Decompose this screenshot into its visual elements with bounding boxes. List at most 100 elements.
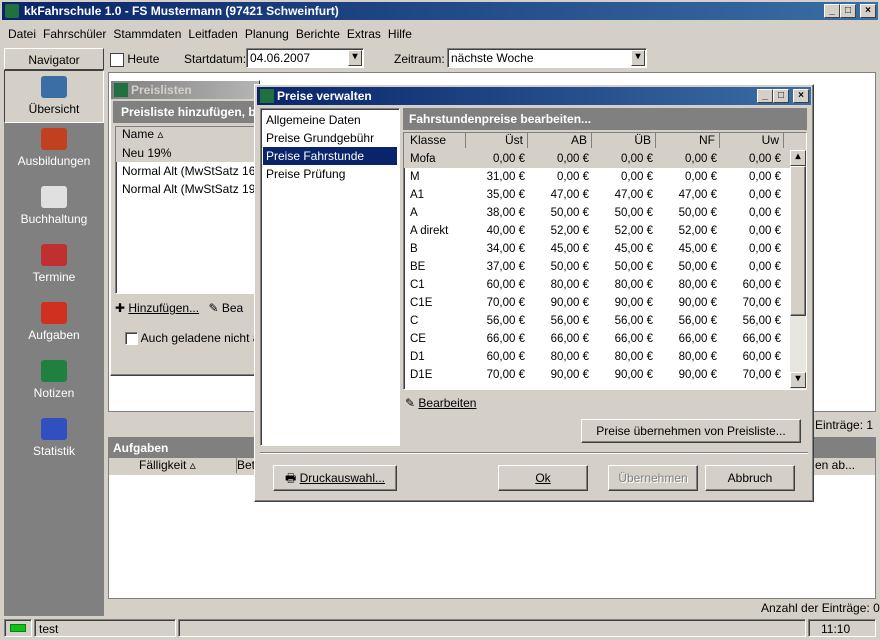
nav-item-1[interactable]: Ausbildungen — [4, 128, 104, 181]
table-row[interactable]: C1E70,00 €90,00 €90,00 €90,00 €70,00 € — [404, 294, 806, 312]
bearbeiten-button[interactable]: ✎ Bearbeiten — [405, 393, 476, 413]
menu-3[interactable]: Leitfaden — [188, 27, 237, 41]
calendar-icon — [110, 53, 124, 67]
close-icon[interactable]: × — [860, 4, 876, 18]
column-header[interactable]: Klasse — [404, 133, 466, 148]
table-cell: 66,00 € — [592, 330, 656, 348]
startdatum-field[interactable]: 04.06.2007 ▾ — [246, 48, 364, 68]
nav-item-3[interactable]: Termine — [4, 244, 104, 297]
column-header[interactable]: ÜB — [592, 133, 656, 148]
scroll-up-icon[interactable]: ▴ — [790, 150, 806, 166]
menu-0[interactable]: Datei — [8, 27, 36, 41]
table-row[interactable]: M31,00 €0,00 €0,00 €0,00 €0,00 € — [404, 168, 806, 186]
nav-item-4[interactable]: Aufgaben — [4, 302, 104, 355]
edit-label: Bea — [222, 301, 243, 315]
column-header[interactable]: AB — [528, 133, 592, 148]
add-button[interactable]: ✚ Hinzufügen... — [115, 301, 199, 315]
abbruch-button[interactable]: Abbruch — [705, 465, 795, 491]
list-item[interactable]: Neu 19% — [116, 144, 254, 162]
dialog-titlebar: Preise verwalten _ □ × — [257, 87, 811, 105]
checkbox-row[interactable]: Auch geladene nicht ak — [125, 329, 245, 347]
table-row[interactable]: D160,00 €80,00 €80,00 €80,00 €60,00 € — [404, 348, 806, 366]
table-row[interactable]: A direkt40,00 €52,00 €52,00 €52,00 €0,00… — [404, 222, 806, 240]
heute-button[interactable]: Heute — [110, 50, 159, 68]
column-header[interactable]: NF — [656, 133, 720, 148]
table-cell: 66,00 € — [528, 330, 592, 348]
table-row[interactable]: A135,00 €47,00 €47,00 €47,00 €0,00 € — [404, 186, 806, 204]
nav-item-2[interactable]: Buchhaltung — [4, 186, 104, 239]
price-table[interactable]: KlasseÜstABÜBNFUw Mofa0,00 €0,00 €0,00 €… — [403, 132, 807, 390]
nav-label: Statistik — [4, 444, 104, 458]
nav-item-0[interactable]: Übersicht — [4, 70, 104, 123]
table-row[interactable]: Mofa0,00 €0,00 €0,00 €0,00 €0,00 € — [404, 150, 806, 168]
table-cell: 50,00 € — [592, 258, 656, 276]
menu-2[interactable]: Stammdaten — [113, 27, 181, 41]
table-cell: 56,00 € — [720, 312, 784, 330]
chevron-down-icon[interactable]: ▾ — [348, 50, 362, 66]
tree-item[interactable]: Preise Fahrstunde — [263, 147, 397, 165]
table-cell: 80,00 € — [592, 276, 656, 294]
scroll-thumb[interactable] — [790, 166, 806, 316]
list-item[interactable]: Normal Alt (MwStSatz 19%) — [116, 180, 254, 198]
list-item[interactable]: Normal Alt (MwStSatz 16%) — [116, 162, 254, 180]
minimize-icon[interactable]: _ — [757, 89, 773, 103]
startdatum-value: 04.06.2007 — [250, 51, 310, 65]
ok-button[interactable]: Ok — [498, 465, 588, 491]
maximize-icon[interactable]: □ — [840, 4, 856, 18]
table-cell: 56,00 € — [466, 312, 528, 330]
table-cell: D1E — [404, 366, 466, 384]
app-titlebar: kkFahrschule 1.0 - FS Mustermann (97421 … — [2, 2, 878, 20]
column-header[interactable]: Uw — [720, 133, 784, 148]
tree-item[interactable]: Preise Grundgebühr — [263, 129, 397, 147]
scroll-down-icon[interactable]: ▾ — [790, 372, 806, 388]
heute-label: Heute — [127, 52, 159, 66]
nav-label: Notizen — [4, 386, 104, 400]
uebernehmen-button[interactable]: Übernehmen — [608, 465, 698, 491]
table-row[interactable]: C160,00 €80,00 €80,00 €80,00 €60,00 € — [404, 276, 806, 294]
close-icon[interactable]: × — [793, 89, 809, 103]
table-cell: 45,00 € — [528, 240, 592, 258]
table-cell: 0,00 € — [656, 168, 720, 186]
scrollbar[interactable]: ▴ ▾ — [790, 150, 806, 390]
preislisten-list[interactable]: Name ▵ Neu 19%Normal Alt (MwStSatz 16%)N… — [115, 126, 255, 294]
menu-5[interactable]: Berichte — [296, 27, 340, 41]
table-cell: 60,00 € — [720, 276, 784, 294]
table-row[interactable]: C56,00 €56,00 €56,00 €56,00 €56,00 € — [404, 312, 806, 330]
column-header[interactable]: Üst — [466, 133, 528, 148]
druckauswahl-button[interactable]: 🖶 Druckauswahl... — [273, 465, 397, 491]
table-cell: 50,00 € — [656, 258, 720, 276]
menu-1[interactable]: Fahrschüler — [43, 27, 106, 41]
menu-4[interactable]: Planung — [245, 27, 289, 41]
nav-label: Übersicht — [5, 102, 103, 116]
table-row[interactable]: CE66,00 €66,00 €66,00 €66,00 €66,00 € — [404, 330, 806, 348]
zeitraum-select[interactable]: nächste Woche ▾ — [447, 48, 647, 68]
maximize-icon[interactable]: □ — [773, 89, 789, 103]
column-name[interactable]: Name ▵ — [116, 127, 254, 144]
preise-uebernehmen-button[interactable]: Preise übernehmen von Preisliste... — [581, 419, 801, 443]
tree-item[interactable]: Preise Prüfung — [263, 165, 397, 183]
table-cell: 50,00 € — [656, 204, 720, 222]
nav-item-6[interactable]: Statistik — [4, 418, 104, 471]
table-row[interactable]: B34,00 €45,00 €45,00 €45,00 €0,00 € — [404, 240, 806, 258]
notebook-icon — [41, 360, 67, 382]
table-row[interactable]: A38,00 €50,00 €50,00 €50,00 €0,00 € — [404, 204, 806, 222]
bearbeiten-label: Bearbeiten — [418, 396, 476, 410]
edit-button[interactable]: ✎ Bea — [208, 301, 243, 315]
checkbox[interactable] — [125, 332, 138, 345]
table-cell: 47,00 € — [656, 186, 720, 204]
table-cell: 66,00 € — [656, 330, 720, 348]
table-cell: 80,00 € — [528, 348, 592, 366]
table-row[interactable]: BE37,00 €50,00 €50,00 €50,00 €0,00 € — [404, 258, 806, 276]
table-row[interactable]: D1E70,00 €90,00 €90,00 €90,00 €70,00 € — [404, 366, 806, 384]
column-end[interactable]: en ab... — [809, 458, 855, 473]
category-list[interactable]: Allgemeine DatenPreise GrundgebührPreise… — [260, 108, 400, 446]
menu-7[interactable]: Hilfe — [388, 27, 412, 41]
menu-6[interactable]: Extras — [347, 27, 381, 41]
chevron-down-icon[interactable]: ▾ — [631, 50, 645, 66]
column-faelligkeit[interactable]: Fälligkeit ▵ — [109, 458, 237, 473]
status-user: test — [34, 619, 176, 637]
minimize-icon[interactable]: _ — [824, 4, 840, 18]
tree-item[interactable]: Allgemeine Daten — [263, 111, 397, 129]
nav-item-5[interactable]: Notizen — [4, 360, 104, 413]
app-icon — [114, 83, 128, 97]
